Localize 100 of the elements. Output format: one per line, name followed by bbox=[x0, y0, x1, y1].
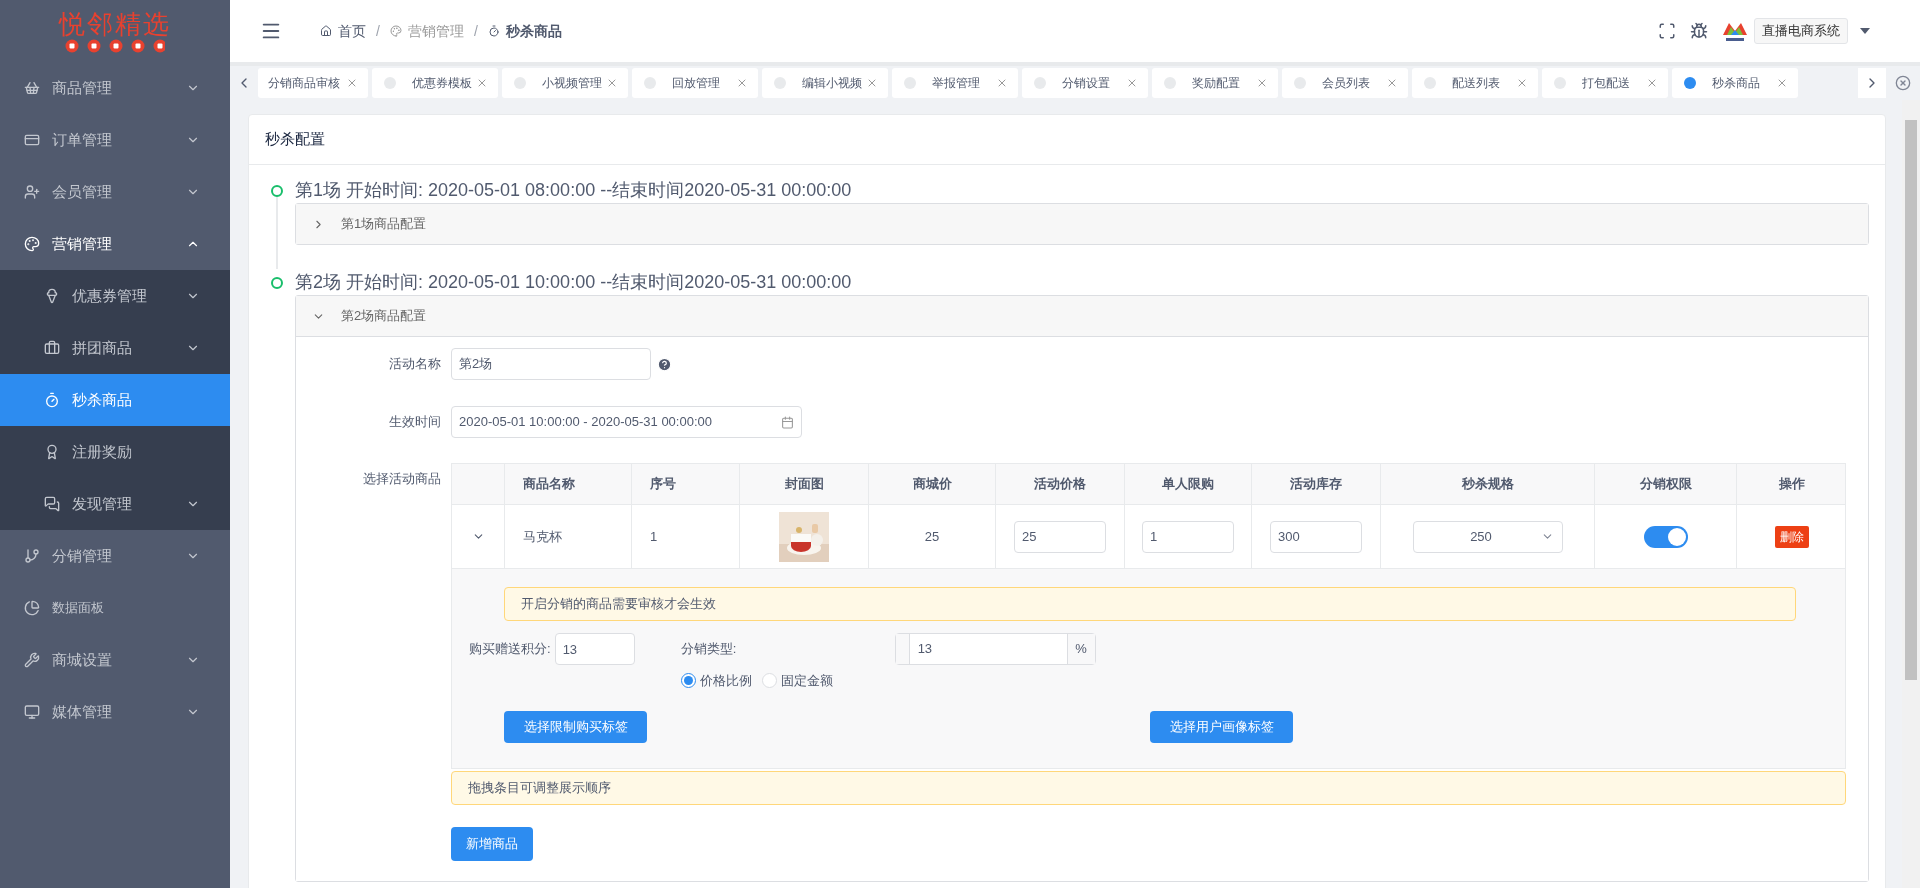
field-label: 选择活动商品 bbox=[362, 470, 442, 488]
column-header: 商品名称 bbox=[523, 475, 575, 494]
table-cell-text: 25 bbox=[924, 527, 940, 546]
delete-button[interactable]: 删除 bbox=[1774, 525, 1809, 548]
column-header: 单人限购 bbox=[1162, 475, 1214, 494]
caret-down-icon[interactable] bbox=[1860, 28, 1870, 34]
wrench-icon bbox=[24, 652, 40, 668]
tab[interactable]: 奖励配置 bbox=[1152, 68, 1278, 98]
tab[interactable]: 配送列表 bbox=[1412, 68, 1538, 98]
sidebar-item[interactable]: 媒体管理 bbox=[0, 686, 230, 738]
sidebar-item[interactable]: 优惠券管理 bbox=[0, 270, 230, 322]
field-label: 分销类型: bbox=[680, 640, 738, 659]
radio-option[interactable]: 固定金额 bbox=[761, 671, 833, 691]
sidebar-item[interactable]: 商品管理 bbox=[0, 62, 230, 114]
distribution-switch[interactable] bbox=[1643, 525, 1688, 548]
breadcrumb-item[interactable]: 首页 bbox=[338, 20, 366, 42]
system-label: 直播电商系统 bbox=[1754, 18, 1848, 44]
home-icon bbox=[320, 25, 332, 37]
tab[interactable]: 秒杀商品 bbox=[1672, 68, 1798, 98]
table-cell-text: 1 bbox=[650, 527, 658, 546]
column-header: 封面图 bbox=[784, 475, 824, 494]
card-icon bbox=[24, 132, 40, 148]
tab[interactable]: 回放管理 bbox=[632, 68, 758, 98]
fullscreen-icon[interactable] bbox=[1658, 22, 1676, 40]
tab[interactable]: 打包配送 bbox=[1542, 68, 1668, 98]
column-header: 活动库存 bbox=[1290, 475, 1342, 494]
close-icon[interactable] bbox=[1386, 77, 1398, 89]
close-icon[interactable] bbox=[1776, 77, 1788, 89]
collapse-panel-header[interactable]: 第1场商品配置 bbox=[296, 204, 1868, 244]
field-label: 生效时间 bbox=[388, 413, 442, 432]
logo-title: 悦邻精选 bbox=[59, 9, 171, 39]
close-icon[interactable] bbox=[736, 77, 748, 89]
breadcrumb-separator: / bbox=[473, 21, 478, 41]
monitor-icon bbox=[24, 704, 40, 720]
close-all-icon[interactable] bbox=[1895, 75, 1911, 91]
stock-field[interactable]: 300 bbox=[1270, 520, 1362, 553]
collapse-panel-header[interactable]: 第2场商品配置 bbox=[296, 296, 1868, 336]
timer-icon bbox=[487, 25, 500, 37]
sidebar-item[interactable]: 发现管理 bbox=[0, 478, 230, 530]
distribution-value-field[interactable]: 13 % bbox=[894, 633, 1096, 665]
date-range-field[interactable]: 2020-05-01 10:00:00 - 2020-05-31 00:00:00 bbox=[451, 406, 802, 438]
column-header: 商城价 bbox=[912, 475, 952, 494]
close-icon[interactable] bbox=[346, 77, 358, 89]
session-title: 第1场 开始时间: 2020-05-01 08:00:00 --结束时间2020-05-31 00:00:00 bbox=[295, 179, 853, 202]
close-icon[interactable] bbox=[1256, 77, 1268, 89]
bug-icon[interactable] bbox=[1690, 22, 1708, 40]
tab[interactable]: 举报管理 bbox=[892, 68, 1018, 98]
tab-label: 分销设置 bbox=[1062, 75, 1111, 92]
pie-chart-icon bbox=[24, 600, 40, 616]
tab[interactable]: 编辑小视频 bbox=[762, 68, 888, 98]
close-icon[interactable] bbox=[1646, 77, 1658, 89]
purchase-limit-field[interactable]: 1 bbox=[1142, 520, 1234, 553]
field-label: 购买赠送积分: bbox=[469, 640, 551, 659]
column-header: 分销权限 bbox=[1639, 475, 1692, 494]
tab[interactable]: 分销商品审核 bbox=[258, 68, 368, 98]
close-icon[interactable] bbox=[996, 77, 1008, 89]
tab[interactable]: 分销设置 bbox=[1022, 68, 1148, 98]
percent-suffix: % bbox=[1066, 634, 1095, 664]
drag-tip-alert: 拖拽条目可调整展示顺序 bbox=[451, 771, 1846, 805]
tab-label: 打包配送 bbox=[1582, 75, 1631, 92]
table-cell-text: 马克杯 bbox=[523, 527, 562, 546]
notice-alert: 开启分销的商品需要审核才会生效 bbox=[504, 587, 1796, 621]
field-label: 活动名称 bbox=[388, 355, 442, 374]
user-plus-icon bbox=[24, 184, 40, 200]
ice-cream-icon bbox=[44, 288, 60, 304]
tab-label: 秒杀商品 bbox=[1712, 75, 1761, 92]
breadcrumb-separator: / bbox=[376, 21, 380, 41]
card-title: 秒杀配置 bbox=[265, 129, 325, 150]
sidebar-item[interactable]: 会员管理 bbox=[0, 166, 230, 218]
activity-name-field[interactable]: 第2场 bbox=[451, 348, 651, 380]
scrollbar-thumb[interactable] bbox=[1905, 120, 1917, 680]
tab[interactable]: 会员列表 bbox=[1282, 68, 1408, 98]
sidebar-item[interactable]: 订单管理 bbox=[0, 114, 230, 166]
sidebar-item[interactable]: 注册奖励 bbox=[0, 426, 230, 478]
sidebar-item[interactable]: 拼团商品 bbox=[0, 322, 230, 374]
tab-label: 举报管理 bbox=[932, 75, 981, 92]
sidebar-item[interactable]: 分销管理 bbox=[0, 530, 230, 582]
points-field[interactable]: 13 bbox=[554, 633, 635, 665]
close-icon[interactable] bbox=[476, 77, 488, 89]
radio-option[interactable]: 价格比例 bbox=[680, 671, 752, 691]
tab-label: 奖励配置 bbox=[1192, 75, 1241, 92]
sidebar-item[interactable]: 商城设置 bbox=[0, 634, 230, 686]
award-icon bbox=[44, 444, 60, 460]
help-icon[interactable] bbox=[657, 356, 672, 372]
close-icon[interactable] bbox=[606, 77, 618, 89]
spec-select[interactable]: 250 bbox=[1412, 520, 1563, 553]
briefcase-icon bbox=[44, 340, 60, 356]
close-icon[interactable] bbox=[1516, 77, 1528, 89]
palette-icon bbox=[24, 236, 40, 252]
tab[interactable]: 小视频管理 bbox=[502, 68, 628, 98]
tab[interactable]: 优惠券模板 bbox=[372, 68, 498, 98]
sidebar-item[interactable]: 营销管理 bbox=[0, 218, 230, 270]
column-header: 序号 bbox=[650, 475, 676, 494]
close-icon[interactable] bbox=[866, 77, 878, 89]
calendar-icon bbox=[781, 415, 794, 429]
activity-price-field[interactable]: 25 bbox=[1014, 520, 1106, 553]
tab-label: 优惠券模板 bbox=[412, 75, 473, 92]
close-icon[interactable] bbox=[1126, 77, 1138, 89]
tab-label: 配送列表 bbox=[1452, 75, 1501, 92]
sidebar-item[interactable]: 数据面板 bbox=[0, 582, 230, 634]
